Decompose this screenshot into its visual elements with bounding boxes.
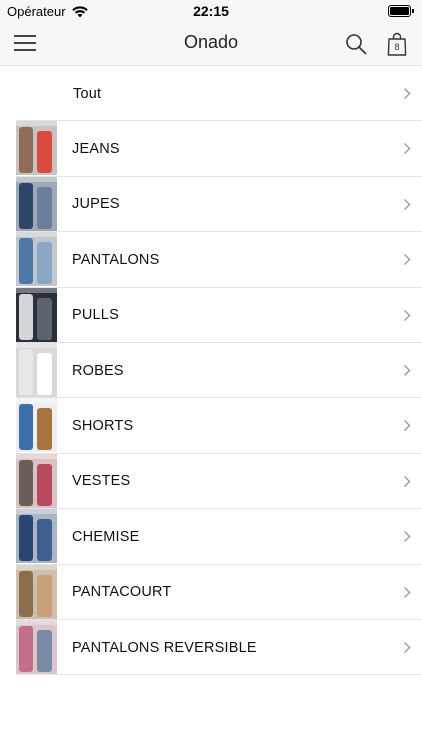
category-row[interactable]: SHORTS [0,398,422,455]
category-label: JUPES [72,196,120,213]
chevron-right-icon [404,364,411,376]
bag-count-badge: 8 [394,42,400,52]
category-row[interactable]: PANTACOURT [0,564,422,621]
category-row[interactable]: JEANS [0,121,422,178]
category-label: PULLS [72,307,119,324]
search-icon[interactable] [345,33,367,55]
status-bar: Opérateur 22:15 [0,0,422,22]
category-row[interactable]: VESTES [0,453,422,510]
category-label: VESTES [72,473,131,490]
category-label: Tout [73,85,102,102]
battery-icon [388,5,414,17]
category-thumbnail [16,509,57,564]
category-row[interactable]: Tout [0,66,422,122]
category-row[interactable]: ROBES [0,342,422,399]
category-label: JEANS [72,141,120,158]
nav-bar: Onado 8 [0,22,422,66]
category-label: PANTACOURT [72,584,172,601]
category-label: CHEMISE [72,528,140,545]
chevron-right-icon [404,586,411,598]
category-row[interactable]: JUPES [0,176,422,233]
chevron-right-icon [404,420,411,432]
chevron-right-icon [404,143,411,155]
chevron-right-icon [404,198,411,210]
chevron-right-icon [404,641,411,653]
category-thumbnail [16,564,57,619]
category-row[interactable]: PANTALONS [0,232,422,288]
category-thumbnail [16,287,57,342]
category-thumbnail [16,342,57,397]
category-label: PANTALONS [72,251,160,268]
chevron-right-icon [404,88,411,99]
category-label: SHORTS [72,418,134,435]
shopping-bag-button[interactable]: 8 [387,31,407,57]
category-thumbnail [16,176,57,231]
category-thumbnail [16,398,57,453]
category-label: ROBES [72,362,124,379]
category-row[interactable]: CHEMISE [0,509,422,565]
category-list: Tout JEANS JUPES PANTALONS PULLS ROBES SHORTS V… [0,66,422,676]
category-label: PANTALONS REVERSIBLE [72,639,257,656]
chevron-right-icon [404,531,411,543]
chevron-right-icon [404,309,411,321]
category-thumbnail [16,121,57,176]
chevron-right-icon [404,475,411,487]
status-time: 22:15 [193,3,229,19]
category-thumbnail [16,453,57,508]
chevron-right-icon [404,254,411,266]
category-thumbnail [16,619,57,674]
category-thumbnail [16,232,57,287]
category-row[interactable]: PULLS [0,287,422,344]
category-row[interactable]: PANTALONS REVERSIBLE [0,619,422,676]
